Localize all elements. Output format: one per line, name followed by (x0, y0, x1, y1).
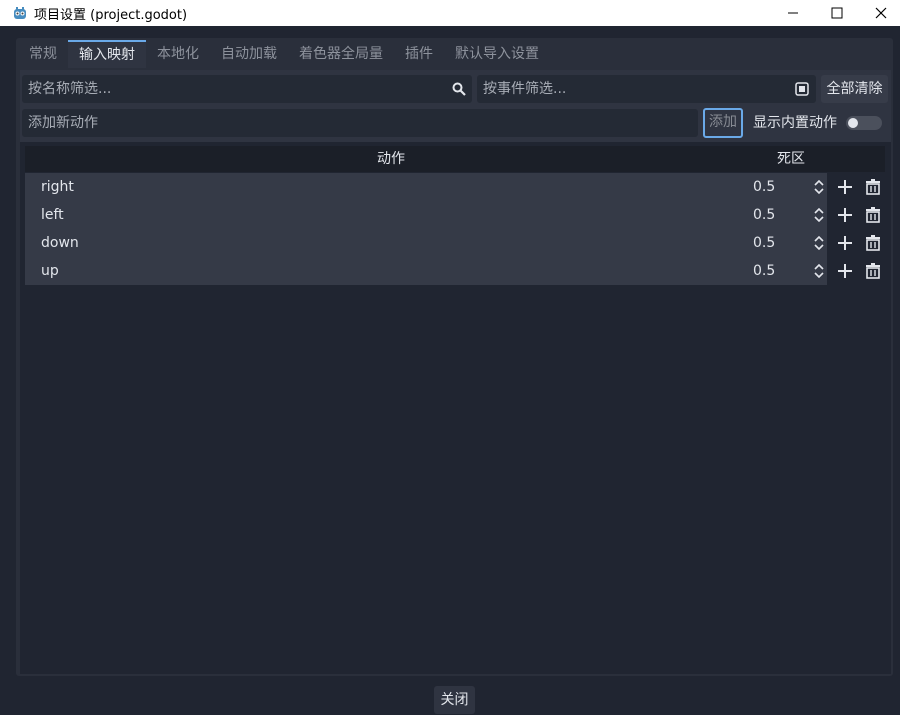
tab-general[interactable]: 常规 (18, 40, 68, 68)
table-row[interactable]: right 0.5 (25, 173, 885, 201)
action-name-cell[interactable] (25, 201, 827, 229)
close-icon (875, 7, 887, 19)
minimize-button[interactable] (770, 0, 816, 26)
maximize-button[interactable] (814, 0, 860, 26)
close-button[interactable]: 关闭 (434, 686, 475, 714)
deadzone-value[interactable]: 0.5 (753, 257, 775, 285)
trash-icon[interactable] (865, 207, 881, 223)
action-name: down (41, 235, 79, 251)
tab-autoload[interactable]: 自动加载 (210, 40, 288, 68)
new-action-input[interactable]: 添加新动作 (22, 109, 698, 137)
trash-icon[interactable] (865, 235, 881, 251)
tab-plugins[interactable]: 插件 (394, 40, 444, 68)
maximize-icon (831, 7, 843, 19)
tab-import-defaults[interactable]: 默认导入设置 (444, 40, 550, 68)
event-filter-placeholder: 按事件筛选... (483, 81, 567, 97)
header-deadzone: 死区 (777, 151, 805, 167)
spinner-arrows-icon[interactable] (813, 236, 825, 250)
show-builtin-toggle[interactable] (846, 116, 882, 130)
name-filter-input[interactable]: 按名称筛选... (22, 75, 472, 103)
event-filter-input[interactable]: 按事件筛选... (477, 75, 816, 103)
add-event-icon[interactable] (837, 179, 853, 195)
tab-shader-globals[interactable]: 着色器全局量 (288, 40, 394, 68)
table-row[interactable]: down 0.5 (25, 229, 885, 257)
show-builtin-label: 显示内置动作 (753, 115, 837, 131)
minimize-icon (788, 12, 798, 14)
action-name: up (41, 263, 59, 279)
add-event-icon[interactable] (837, 263, 853, 279)
deadzone-value[interactable]: 0.5 (753, 201, 775, 229)
action-name-cell[interactable] (25, 229, 827, 257)
add-event-icon[interactable] (837, 235, 853, 251)
new-action-placeholder: 添加新动作 (28, 115, 98, 131)
trash-icon[interactable] (865, 179, 881, 195)
action-name: right (41, 179, 74, 195)
tab-bar: 常规 输入映射 本地化 自动加载 着色器全局量 插件 默认导入设置 (18, 40, 550, 68)
deadzone-value[interactable]: 0.5 (753, 229, 775, 257)
clear-all-button[interactable]: 全部清除 (821, 75, 888, 103)
table-row[interactable]: left 0.5 (25, 201, 885, 229)
table-row[interactable]: up 0.5 (25, 257, 885, 285)
search-icon (452, 82, 466, 96)
trash-icon[interactable] (865, 263, 881, 279)
tab-input-map[interactable]: 输入映射 (68, 40, 146, 68)
add-action-button[interactable]: 添加 (703, 108, 743, 138)
add-event-icon[interactable] (837, 207, 853, 223)
action-name-cell[interactable] (25, 173, 827, 201)
deadzone-value[interactable]: 0.5 (753, 173, 775, 201)
godot-icon (12, 5, 28, 21)
window-titlebar: 项目设置 (project.godot) (0, 0, 900, 26)
keyboard-event-icon[interactable] (795, 82, 809, 96)
name-filter-placeholder: 按名称筛选... (28, 81, 112, 97)
spinner-arrows-icon[interactable] (813, 180, 825, 194)
toggle-knob (848, 118, 858, 128)
window-close-button[interactable] (858, 0, 900, 26)
window-title: 项目设置 (project.godot) (34, 7, 188, 23)
tab-localization[interactable]: 本地化 (146, 40, 210, 68)
action-name: left (41, 207, 64, 223)
action-name-cell[interactable] (25, 257, 827, 285)
header-action: 动作 (377, 151, 405, 167)
tree-header: 动作 死区 (25, 146, 885, 172)
spinner-arrows-icon[interactable] (813, 208, 825, 222)
spinner-arrows-icon[interactable] (813, 264, 825, 278)
